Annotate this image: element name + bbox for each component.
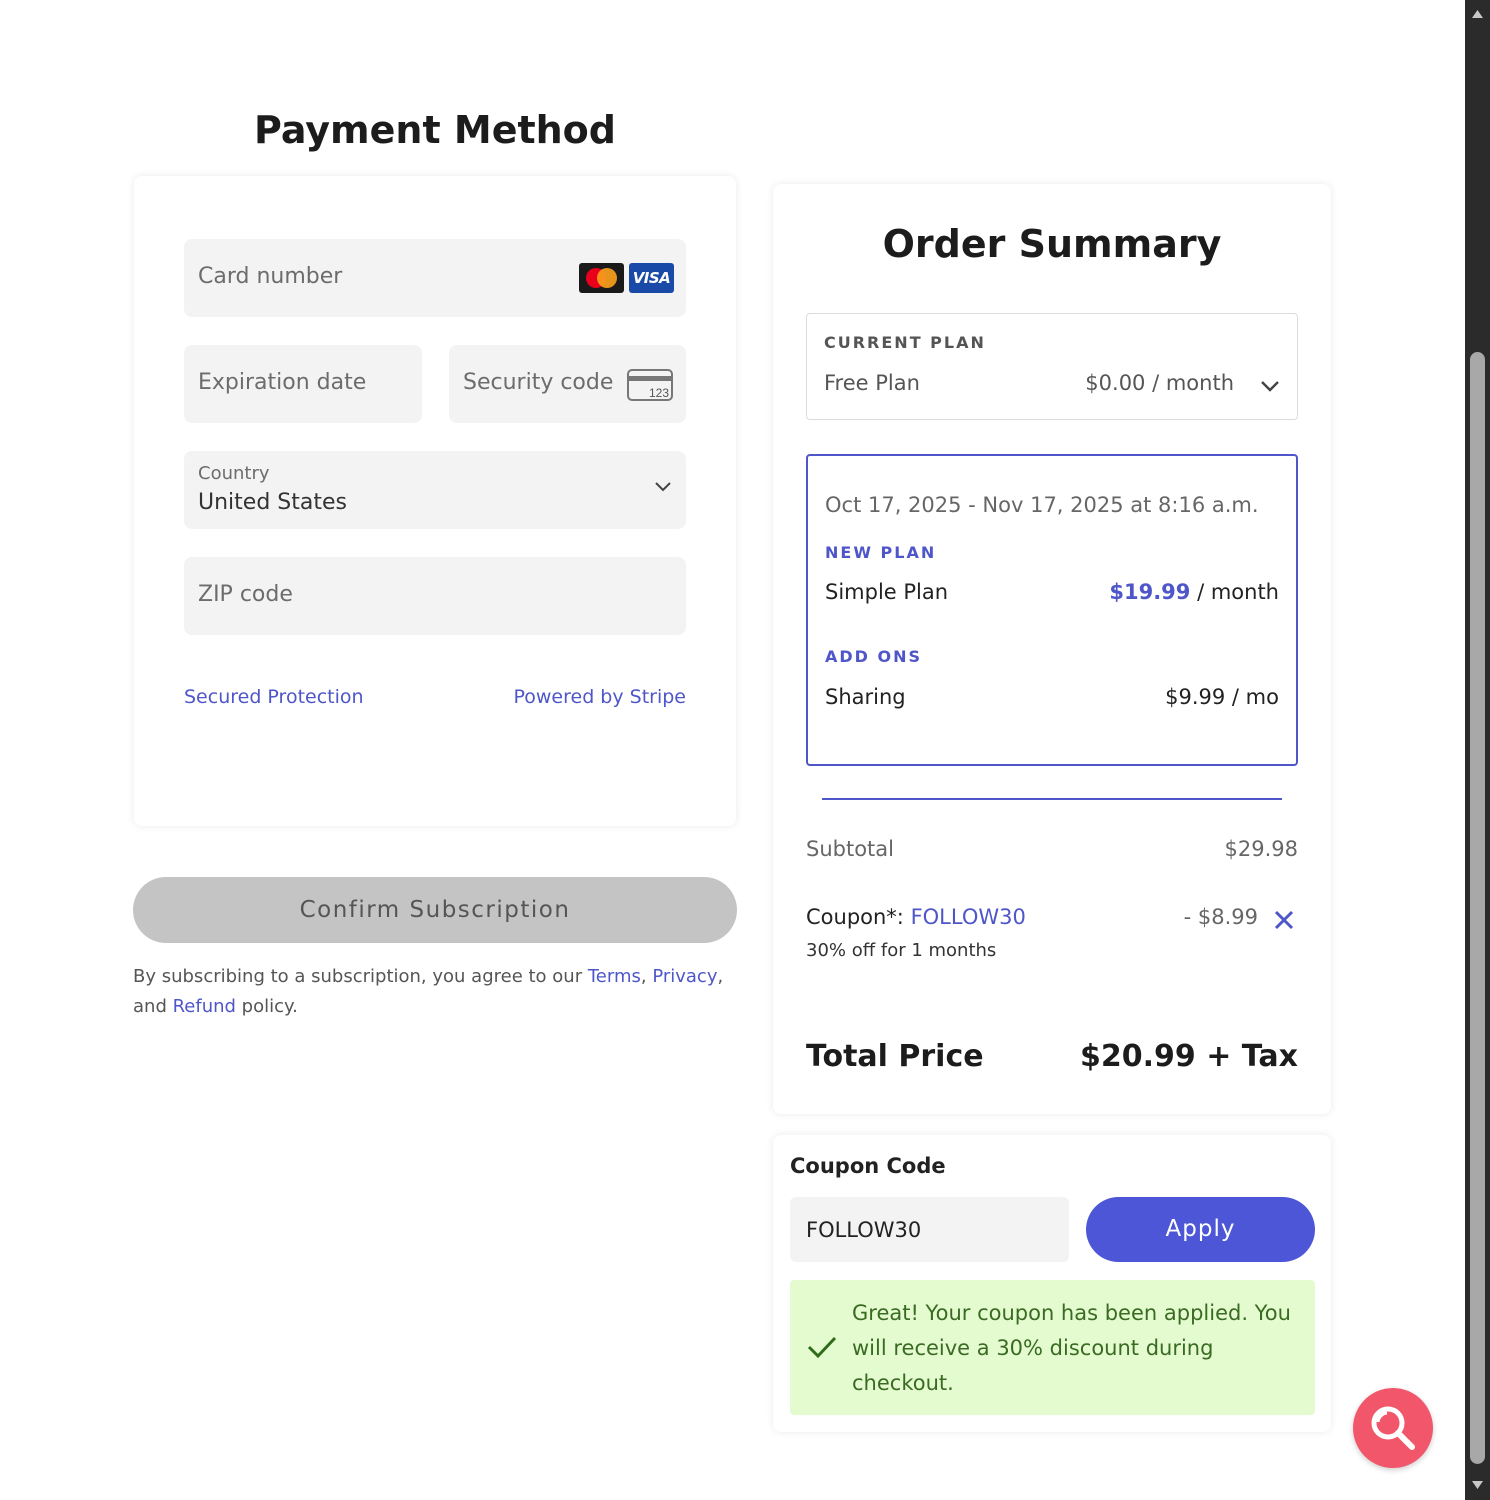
remove-coupon-icon[interactable]	[1273, 909, 1295, 931]
page-scrollbar[interactable]	[1465, 0, 1490, 1500]
privacy-link[interactable]: Privacy	[652, 966, 717, 987]
coupon-discount-value: - $8.99	[1183, 905, 1258, 929]
expiration-date-placeholder: Expiration date	[198, 370, 367, 395]
security-code-field[interactable]: Security code 123	[449, 345, 686, 423]
refund-link[interactable]: Refund	[173, 996, 236, 1017]
new-plan-box: Oct 17, 2025 - Nov 17, 2025 at 8:16 a.m.…	[806, 454, 1298, 766]
summary-divider	[822, 798, 1282, 800]
expiration-date-field[interactable]: Expiration date	[184, 345, 422, 423]
current-plan-caption: CURRENT PLAN	[824, 333, 986, 352]
confirm-subscription-button[interactable]: Confirm Subscription	[133, 877, 737, 943]
new-plan-caption: NEW PLAN	[825, 543, 937, 562]
card-number-field[interactable]: Card number VISA	[184, 239, 686, 317]
powered-by-stripe-link[interactable]: Powered by Stripe	[513, 686, 686, 708]
payment-method-card: Card number VISA Expiration date Securit…	[134, 176, 736, 826]
coupon-success-message: Great! Your coupon has been applied. You…	[852, 1301, 1291, 1395]
new-plan-name: Simple Plan	[825, 580, 949, 604]
current-plan-price: $0.00 / month	[1085, 371, 1234, 395]
visa-icon: VISA	[629, 263, 674, 293]
order-summary-card: Order Summary CURRENT PLAN Free Plan $0.…	[773, 184, 1331, 1114]
total-price-label: Total Price	[806, 1039, 984, 1074]
terms-text: By subscribing to a subscription, you ag…	[133, 966, 724, 1017]
current-plan-dropdown[interactable]: CURRENT PLAN Free Plan $0.00 / month	[806, 313, 1298, 420]
coupon-code-title: Coupon Code	[790, 1154, 946, 1178]
secured-protection-link[interactable]: Secured Protection	[184, 686, 364, 708]
new-plan-price: $19.99 / month	[1109, 580, 1279, 604]
country-value: United States	[198, 490, 347, 515]
scrollbar-thumb[interactable]	[1470, 352, 1485, 1464]
cvc-card-icon: 123	[627, 369, 673, 401]
zip-code-placeholder: ZIP code	[198, 582, 293, 607]
checkmark-icon	[807, 1336, 837, 1359]
subtotal-value: $29.98	[1224, 837, 1298, 861]
subtotal-label: Subtotal	[806, 837, 894, 861]
current-plan-name: Free Plan	[824, 371, 920, 395]
total-price-value: $20.99 + Tax	[1080, 1039, 1298, 1074]
billing-period: Oct 17, 2025 - Nov 17, 2025 at 8:16 a.m.	[825, 493, 1259, 517]
order-summary-title: Order Summary	[882, 222, 1222, 266]
scroll-down-arrow-icon[interactable]	[1471, 1480, 1484, 1490]
chevron-down-icon	[1261, 381, 1279, 392]
search-icon	[1371, 1406, 1415, 1450]
terms-link[interactable]: Terms	[588, 966, 641, 987]
addon-name: Sharing	[825, 685, 906, 709]
card-number-placeholder: Card number	[198, 264, 343, 289]
search-button[interactable]	[1353, 1388, 1433, 1468]
coupon-code-card: Coupon Code Apply Great! Your coupon has…	[773, 1135, 1331, 1432]
security-code-placeholder: Security code	[463, 370, 614, 395]
scroll-up-arrow-icon[interactable]	[1471, 9, 1484, 19]
apply-coupon-button[interactable]: Apply	[1086, 1197, 1315, 1262]
coupon-description: 30% off for 1 months	[806, 940, 997, 961]
country-select[interactable]: Country United States	[184, 451, 686, 529]
coupon-success-alert: Great! Your coupon has been applied. You…	[790, 1280, 1315, 1415]
chevron-down-icon	[655, 482, 671, 492]
country-label: Country	[198, 463, 270, 484]
cvc-icon-label: 123	[649, 386, 669, 400]
coupon-code-input[interactable]	[790, 1197, 1069, 1262]
payment-method-title: Payment Method	[253, 108, 616, 152]
add-ons-caption: ADD ONS	[825, 647, 923, 666]
addon-price: $9.99 / mo	[1165, 685, 1279, 709]
applied-coupon-code: FOLLOW30	[910, 905, 1026, 929]
mastercard-icon	[579, 263, 624, 293]
applied-coupon-label: Coupon*: FOLLOW30	[806, 905, 1026, 929]
zip-code-field[interactable]: ZIP code	[184, 557, 686, 635]
